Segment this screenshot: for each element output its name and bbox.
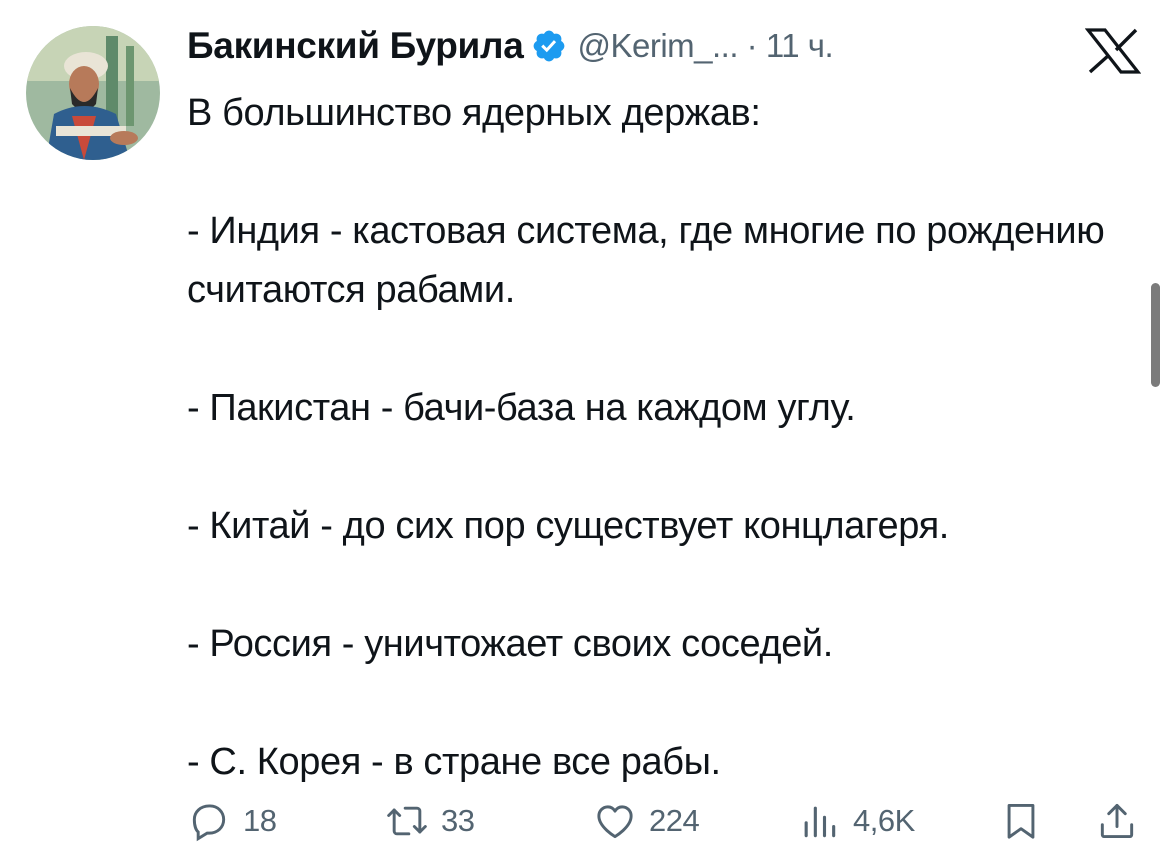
author-display-name[interactable]: Бакинский Бурила bbox=[187, 25, 524, 67]
views-count: 4,6K bbox=[853, 803, 915, 838]
heart-icon bbox=[593, 799, 637, 843]
bookmark-icon bbox=[999, 799, 1043, 843]
tweet-paragraph: - Китай - до сих пор существует концлаге… bbox=[187, 505, 949, 547]
avatar[interactable] bbox=[26, 26, 160, 160]
tweet-paragraph: - С. Корея - в стране все рабы. bbox=[187, 741, 721, 783]
avatar-painting bbox=[26, 26, 160, 160]
author-handle-time[interactable]: @Kerim_... · 11 ч. bbox=[577, 27, 833, 65]
tweet-paragraph: - Индия - кастовая система, где многие п… bbox=[187, 210, 1105, 311]
bookmark-button[interactable] bbox=[999, 793, 1043, 849]
tweet-text: В большинство ядерных держав: - Индия - … bbox=[187, 84, 1147, 792]
reply-count: 18 bbox=[243, 803, 277, 838]
share-button[interactable] bbox=[1095, 793, 1139, 849]
views-chart-icon bbox=[797, 799, 841, 843]
x-logo-icon bbox=[1085, 28, 1141, 74]
retweet-icon bbox=[385, 799, 429, 843]
tweet-paragraph: - Пакистан - бачи-база на каждом углу. bbox=[187, 387, 856, 429]
views-button[interactable]: 4,6K bbox=[797, 793, 915, 849]
reply-icon bbox=[187, 799, 231, 843]
retweet-count: 33 bbox=[441, 803, 475, 838]
like-button[interactable]: 224 bbox=[593, 793, 700, 849]
like-count: 224 bbox=[649, 803, 700, 838]
tweet-paragraph: - Россия - уничтожает своих соседей. bbox=[187, 623, 833, 665]
reply-button[interactable]: 18 bbox=[187, 793, 277, 849]
tweet-paragraph: В большинство ядерных держав: bbox=[187, 92, 761, 134]
tweet-header: Бакинский Бурила @Kerim_... · 11 ч. bbox=[187, 22, 834, 70]
tweet-actions: 18 33 224 4,6K bbox=[187, 793, 1147, 849]
scrollbar[interactable] bbox=[1151, 283, 1160, 387]
retweet-button[interactable]: 33 bbox=[385, 793, 475, 849]
share-icon bbox=[1095, 799, 1139, 843]
verified-badge-icon bbox=[531, 28, 567, 64]
